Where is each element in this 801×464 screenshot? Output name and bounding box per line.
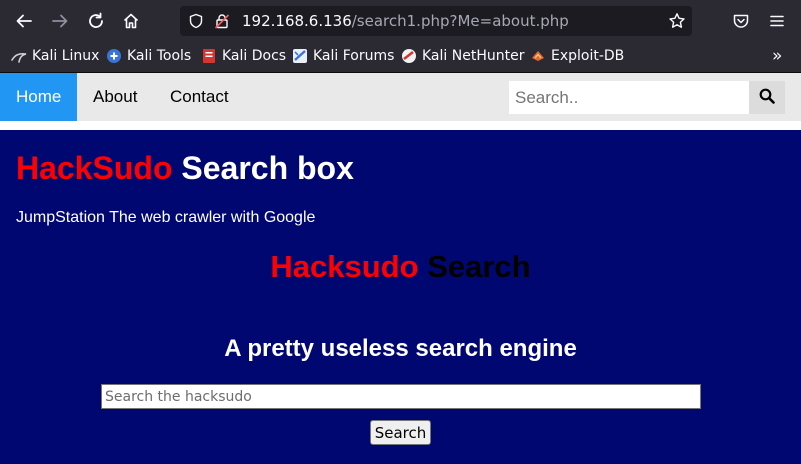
bookmark-label: Kali Docs bbox=[222, 48, 287, 64]
search-heading: Hacksudo Search bbox=[0, 249, 801, 285]
kali-docs-icon bbox=[201, 48, 217, 64]
nav-search-button[interactable] bbox=[749, 81, 785, 114]
bookmark-label: Kali Tools bbox=[127, 48, 192, 64]
title-brand: HackSudo bbox=[16, 150, 173, 186]
bookmarks-bar: Kali Linux Kali Tools Kali Docs Kali For… bbox=[0, 43, 801, 73]
tagline: A pretty useless search engine bbox=[224, 335, 577, 362]
nav-search-input[interactable] bbox=[509, 81, 749, 114]
page-subtitle: JumpStation The web crawler with Google bbox=[16, 209, 316, 226]
bookmark-label: Kali NetHunter bbox=[422, 48, 525, 64]
navbar-bottom-strip bbox=[0, 121, 801, 130]
nav-contact-link[interactable]: Contact bbox=[154, 73, 245, 121]
nav-home-link[interactable]: Home bbox=[0, 73, 77, 121]
kali-dragon-icon bbox=[11, 48, 27, 64]
kali-tools-icon bbox=[106, 48, 122, 64]
back-arrow-icon[interactable] bbox=[9, 6, 39, 36]
kali-forums-icon bbox=[292, 48, 308, 64]
site-navbar: Home About Contact bbox=[0, 73, 801, 121]
search-button[interactable]: Search bbox=[370, 420, 431, 445]
bookmark-kali-forums[interactable]: Kali Forums bbox=[292, 48, 394, 64]
bookmark-label: Kali Forums bbox=[313, 48, 395, 64]
bookmark-kali-linux[interactable]: Kali Linux bbox=[11, 48, 99, 64]
home-icon[interactable] bbox=[116, 6, 146, 36]
bookmark-star-icon[interactable] bbox=[668, 12, 686, 34]
overflow-label: » bbox=[772, 46, 783, 66]
magnifier-icon bbox=[759, 88, 775, 108]
browser-toolbar: 192.168.6.136/search1.php?Me=about.php bbox=[0, 0, 801, 43]
url-host: 192.168.6.136 bbox=[242, 12, 352, 30]
title-rest: Search box bbox=[172, 150, 354, 186]
hamburger-menu-icon[interactable] bbox=[762, 6, 792, 36]
url-bar[interactable]: 192.168.6.136/search1.php?Me=about.php bbox=[180, 6, 692, 36]
kali-nethunter-icon bbox=[401, 48, 417, 64]
bookmarks-overflow-chevron-icon[interactable]: » bbox=[772, 46, 782, 66]
pocket-icon[interactable] bbox=[726, 6, 756, 36]
url-path: /search1.php?Me=about.php bbox=[351, 12, 569, 30]
main-search-input[interactable] bbox=[101, 384, 701, 409]
nav-about-link[interactable]: About bbox=[77, 73, 153, 121]
page-title: HackSudo Search box bbox=[16, 150, 354, 187]
heading-brand: Hacksudo bbox=[270, 249, 419, 284]
reload-icon[interactable] bbox=[81, 6, 111, 36]
heading-rest: Search bbox=[418, 249, 531, 284]
shield-icon[interactable] bbox=[188, 13, 204, 33]
bookmark-kali-docs[interactable]: Kali Docs bbox=[201, 48, 286, 64]
url-text[interactable]: 192.168.6.136/search1.php?Me=about.php bbox=[242, 12, 569, 30]
bookmark-label: Kali Linux bbox=[32, 48, 100, 64]
forward-arrow-icon[interactable] bbox=[45, 6, 75, 36]
insecure-lock-icon[interactable] bbox=[214, 13, 230, 33]
bookmark-kali-nethunter[interactable]: Kali NetHunter bbox=[401, 48, 524, 64]
bookmark-label: Exploit-DB bbox=[551, 48, 625, 64]
bookmark-kali-tools[interactable]: Kali Tools bbox=[106, 48, 191, 64]
bookmark-exploit-db[interactable]: Exploit-DB bbox=[530, 48, 624, 64]
exploit-db-icon bbox=[530, 48, 546, 64]
